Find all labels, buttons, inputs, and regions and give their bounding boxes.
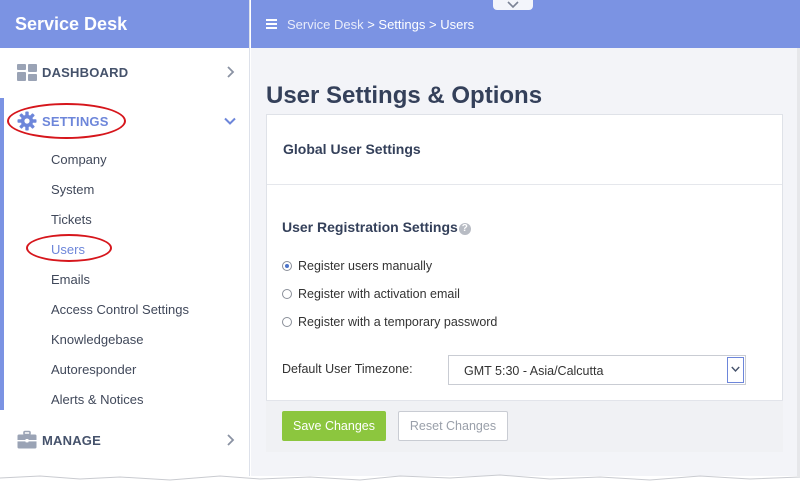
radio-button[interactable] [282,317,292,327]
nav-dashboard[interactable]: DASHBOARD [0,54,250,90]
radio-register-activation-email[interactable]: Register with activation email [282,287,460,301]
reset-changes-button[interactable]: Reset Changes [398,411,508,441]
breadcrumb-separator: > [363,17,379,32]
radio-label: Register with activation email [298,287,460,301]
dashboard-icon [17,64,37,81]
sidebar-item-company[interactable]: Company [51,152,107,167]
sidebar-item-system[interactable]: System [51,182,94,197]
chevron-right-icon [227,66,235,78]
breadcrumb-settings[interactable]: Settings [378,17,425,32]
sidebar-item-knowledgebase[interactable]: Knowledgebase [51,332,144,347]
radio-register-manually[interactable]: Register users manually [282,259,432,273]
panel-title: Global User Settings [283,141,421,157]
radio-button[interactable] [282,261,292,271]
sidebar-item-emails[interactable]: Emails [51,272,90,287]
timezone-dropdown-button[interactable] [727,357,744,383]
chevron-down-icon [731,366,740,373]
breadcrumb-root[interactable]: Service Desk [287,17,364,32]
chevron-down-icon [224,117,236,125]
annotation-ellipse-settings [7,103,126,139]
radio-label: Register users manually [298,259,433,273]
briefcase-icon [17,430,37,449]
sidebar-item-alerts-notices[interactable]: Alerts & Notices [51,392,143,407]
torn-edge [0,474,800,490]
page-title: User Settings & Options [266,82,543,109]
annotation-ellipse-users [26,234,112,262]
sidebar-item-access-control-settings[interactable]: Access Control Settings [51,302,189,317]
section-title: User Registration Settings? [282,219,471,235]
breadcrumb: Service Desk > Settings > Users [287,17,474,32]
save-changes-button[interactable]: Save Changes [282,411,386,441]
help-icon[interactable]: ? [458,223,471,235]
menu-icon[interactable] [266,19,277,29]
brand-title: Service Desk [0,0,249,48]
collapse-toggle[interactable] [493,0,533,10]
sidebar-item-tickets[interactable]: Tickets [51,212,92,227]
radio-register-temporary-password[interactable]: Register with a temporary password [282,315,497,329]
nav-manage[interactable]: MANAGE [0,422,250,458]
nav-dashboard-label: DASHBOARD [42,64,129,80]
breadcrumb-users: Users [440,17,475,32]
timezone-select[interactable]: GMT 5:30 - Asia/Calcutta [448,355,746,385]
radio-label: Register with a temporary password [298,315,498,329]
chevron-down-icon [507,1,519,9]
radio-button[interactable] [282,289,292,299]
timezone-value: GMT 5:30 - Asia/Calcutta [464,364,604,378]
nav-manage-label: MANAGE [42,432,101,448]
chevron-right-icon [227,434,235,446]
timezone-label: Default User Timezone: [282,362,413,376]
active-section-indicator [0,98,4,410]
sidebar-item-autoresponder[interactable]: Autoresponder [51,362,136,377]
panel-header: Global User Settings [267,115,782,185]
section-title-text: User Registration Settings [282,219,458,235]
breadcrumb-separator: > [425,17,441,32]
